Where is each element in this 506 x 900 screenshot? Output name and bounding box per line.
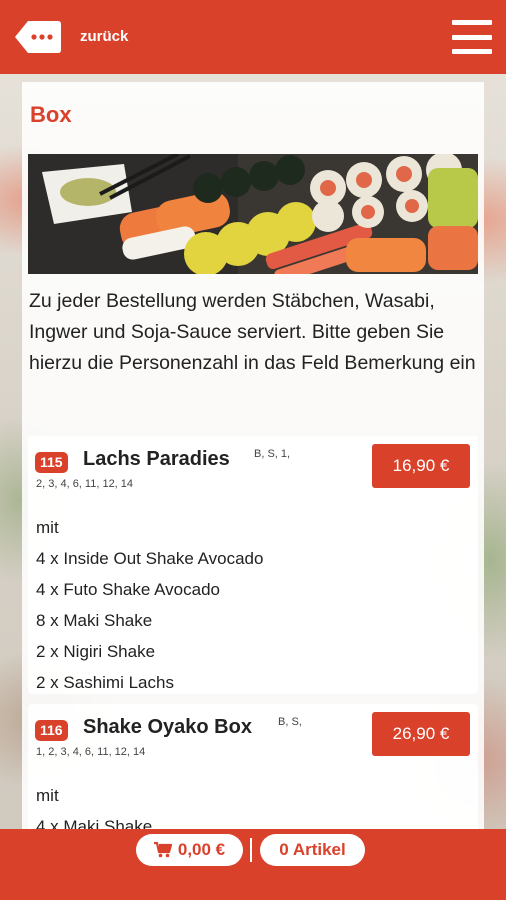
menu-item-card: 116 Shake Oyako Box B, S, 1, 2, 3, 4, 6,…: [28, 704, 478, 830]
item-contents: mit 4 x Inside Out Shake Avocado 4 x Fut…: [36, 512, 263, 698]
back-label[interactable]: zurück: [80, 28, 128, 45]
item-content-line: 2 x Nigiri Shake: [36, 642, 156, 661]
item-name: Shake Oyako Box: [83, 716, 252, 738]
item-contents: mit 4 x Maki Shake: [36, 780, 152, 830]
item-number-badge: 116: [35, 720, 68, 741]
back-button[interactable]: [14, 20, 62, 54]
item-allergen-tags-cont: 2, 3, 4, 6, 11, 12, 14: [36, 478, 134, 490]
item-content-line: 2 x Sashimi Lachs: [36, 673, 174, 692]
item-name: Lachs Paradies: [83, 448, 230, 470]
sushi-hero-image: [28, 154, 478, 274]
item-content-line: mit: [36, 518, 59, 537]
intro-text: Zu jeder Bestellung werden Stäbchen, Was…: [29, 290, 476, 374]
item-content-line: 4 x Maki Shake: [36, 817, 153, 830]
back-dots-icon: [15, 21, 61, 53]
article-count-button[interactable]: 0 Artikel: [260, 834, 365, 866]
hamburger-menu-icon[interactable]: [452, 20, 492, 54]
item-content-line: 4 x Futo Shake Avocado: [36, 580, 220, 599]
app-header: zurück: [0, 0, 506, 74]
footer-divider: [250, 838, 252, 862]
add-to-cart-price-button[interactable]: 16,90 €: [372, 444, 470, 488]
content-panel: Box Zu jeder Bestellung werden Stäbchen,…: [22, 82, 484, 830]
cart-total: 0,00 €: [177, 840, 226, 859]
item-allergen-tags: B, S, 1,: [254, 448, 291, 460]
section-title: Box: [30, 102, 72, 127]
cart-footer: 0,00 € 0 Artikel: [0, 829, 506, 900]
item-content-line: mit: [36, 786, 59, 805]
item-allergen-tags-cont: 1, 2, 3, 4, 6, 11, 12, 14: [36, 746, 146, 758]
add-to-cart-price-button[interactable]: 26,90 €: [372, 712, 470, 756]
cart-button[interactable]: 0,00 €: [136, 834, 243, 866]
item-content-line: 4 x Inside Out Shake Avocado: [36, 549, 264, 568]
shopping-cart-icon: [153, 842, 172, 858]
item-allergen-tags: B, S,: [278, 716, 302, 728]
menu-item-card: 115 Lachs Paradies B, S, 1, 2, 3, 4, 6, …: [28, 436, 478, 694]
item-content-line: 8 x Maki Shake: [36, 611, 153, 630]
item-number-badge: 115: [35, 452, 68, 473]
